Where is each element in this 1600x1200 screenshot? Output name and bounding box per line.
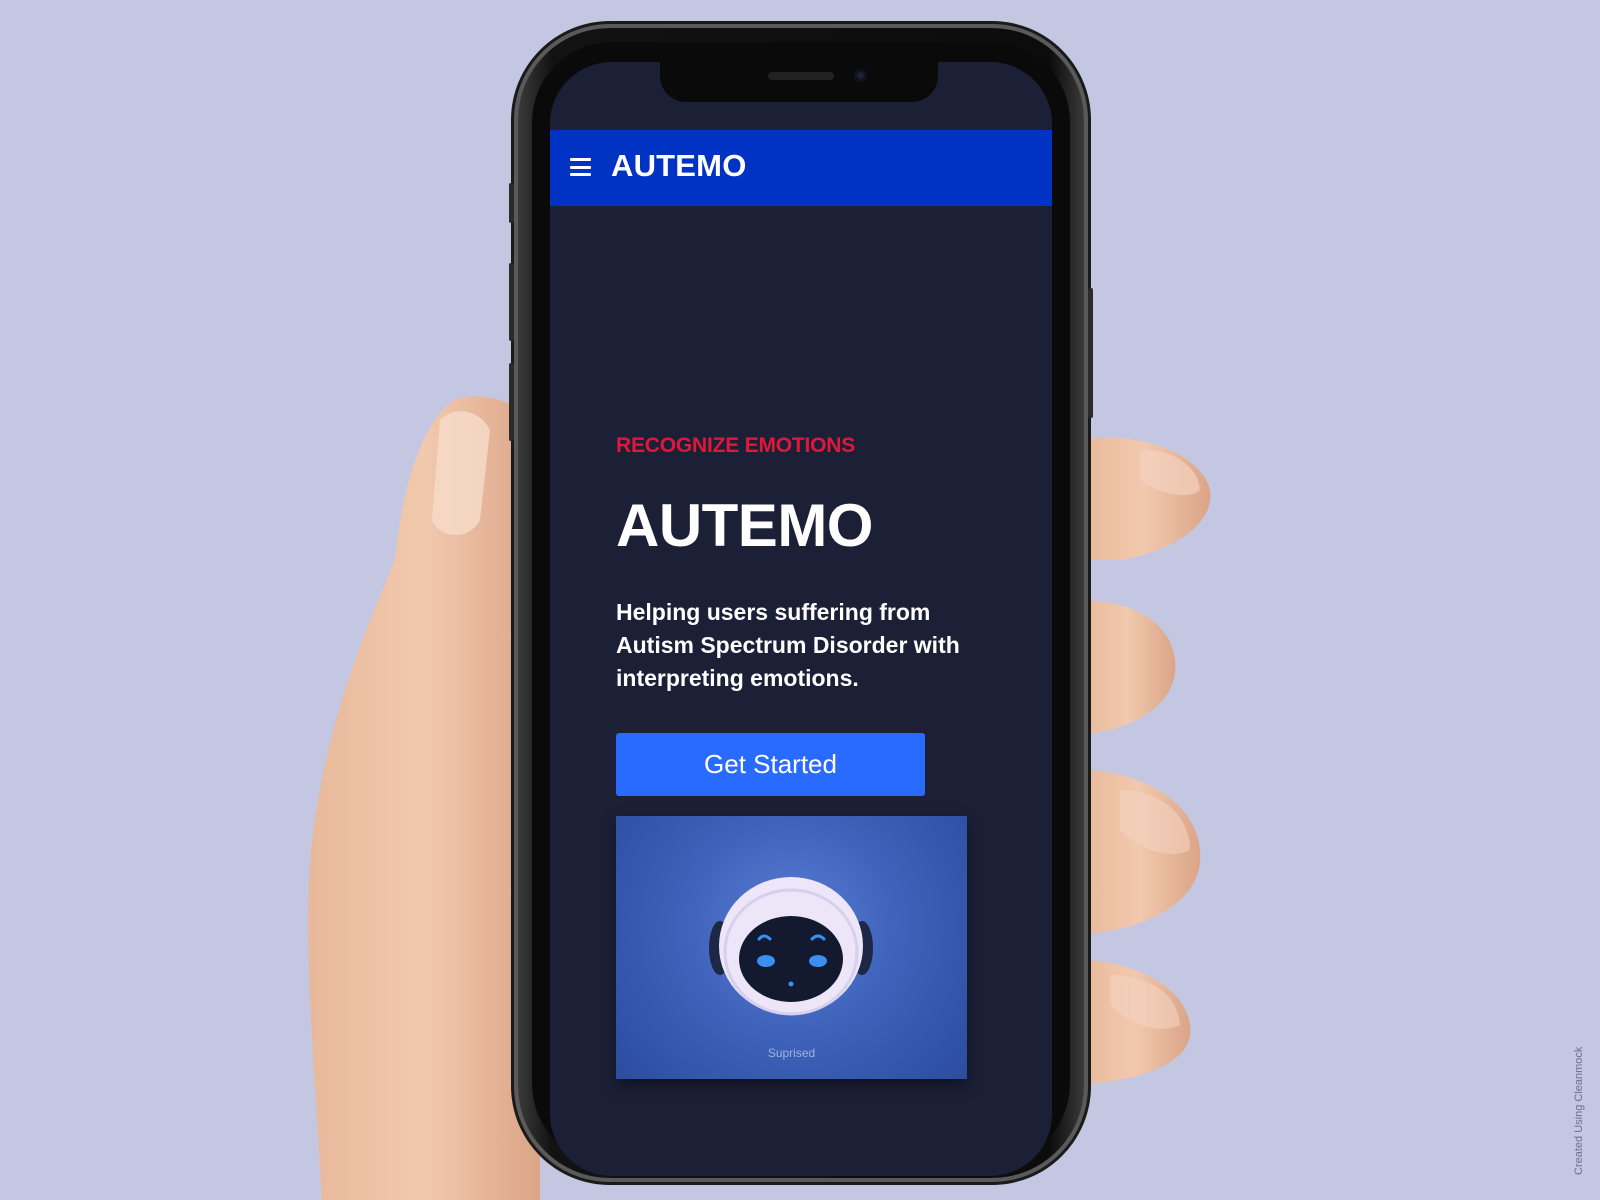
app-bar-title: AUTEMO xyxy=(611,148,747,183)
mute-switch xyxy=(509,183,514,223)
hero-eyebrow: RECOGNIZE EMOTIONS xyxy=(616,434,856,457)
mockup-stage: AUTEMO RECOGNIZE EMOTIONS AUTEMO Helping… xyxy=(0,0,1600,1200)
hero-title: AUTEMO xyxy=(616,492,873,559)
emotion-preview-card: Suprised xyxy=(616,816,967,1079)
watermark-text: Created Using Cleanmock xyxy=(1573,1046,1585,1175)
hero-description: Helping users suffering from Autism Spec… xyxy=(616,599,960,691)
robot-face-icon xyxy=(709,877,873,1016)
hamburger-menu-icon[interactable] xyxy=(570,158,591,176)
volume-up-button xyxy=(509,263,514,341)
hero-section: RECOGNIZE EMOTIONS AUTEMO Helping users … xyxy=(616,434,1016,695)
phone-notch xyxy=(660,62,938,102)
app-bar: AUTEMO xyxy=(550,130,1052,206)
phone-frame: AUTEMO RECOGNIZE EMOTIONS AUTEMO Helping… xyxy=(509,28,1093,1178)
power-button xyxy=(1088,288,1093,418)
volume-down-button xyxy=(509,363,514,441)
phone-screen: AUTEMO RECOGNIZE EMOTIONS AUTEMO Helping… xyxy=(550,62,1052,1176)
speaker-grille xyxy=(768,72,834,80)
get-started-button[interactable]: Get Started xyxy=(616,733,925,796)
front-camera xyxy=(854,69,867,82)
emotion-label: Suprised xyxy=(767,1046,816,1060)
